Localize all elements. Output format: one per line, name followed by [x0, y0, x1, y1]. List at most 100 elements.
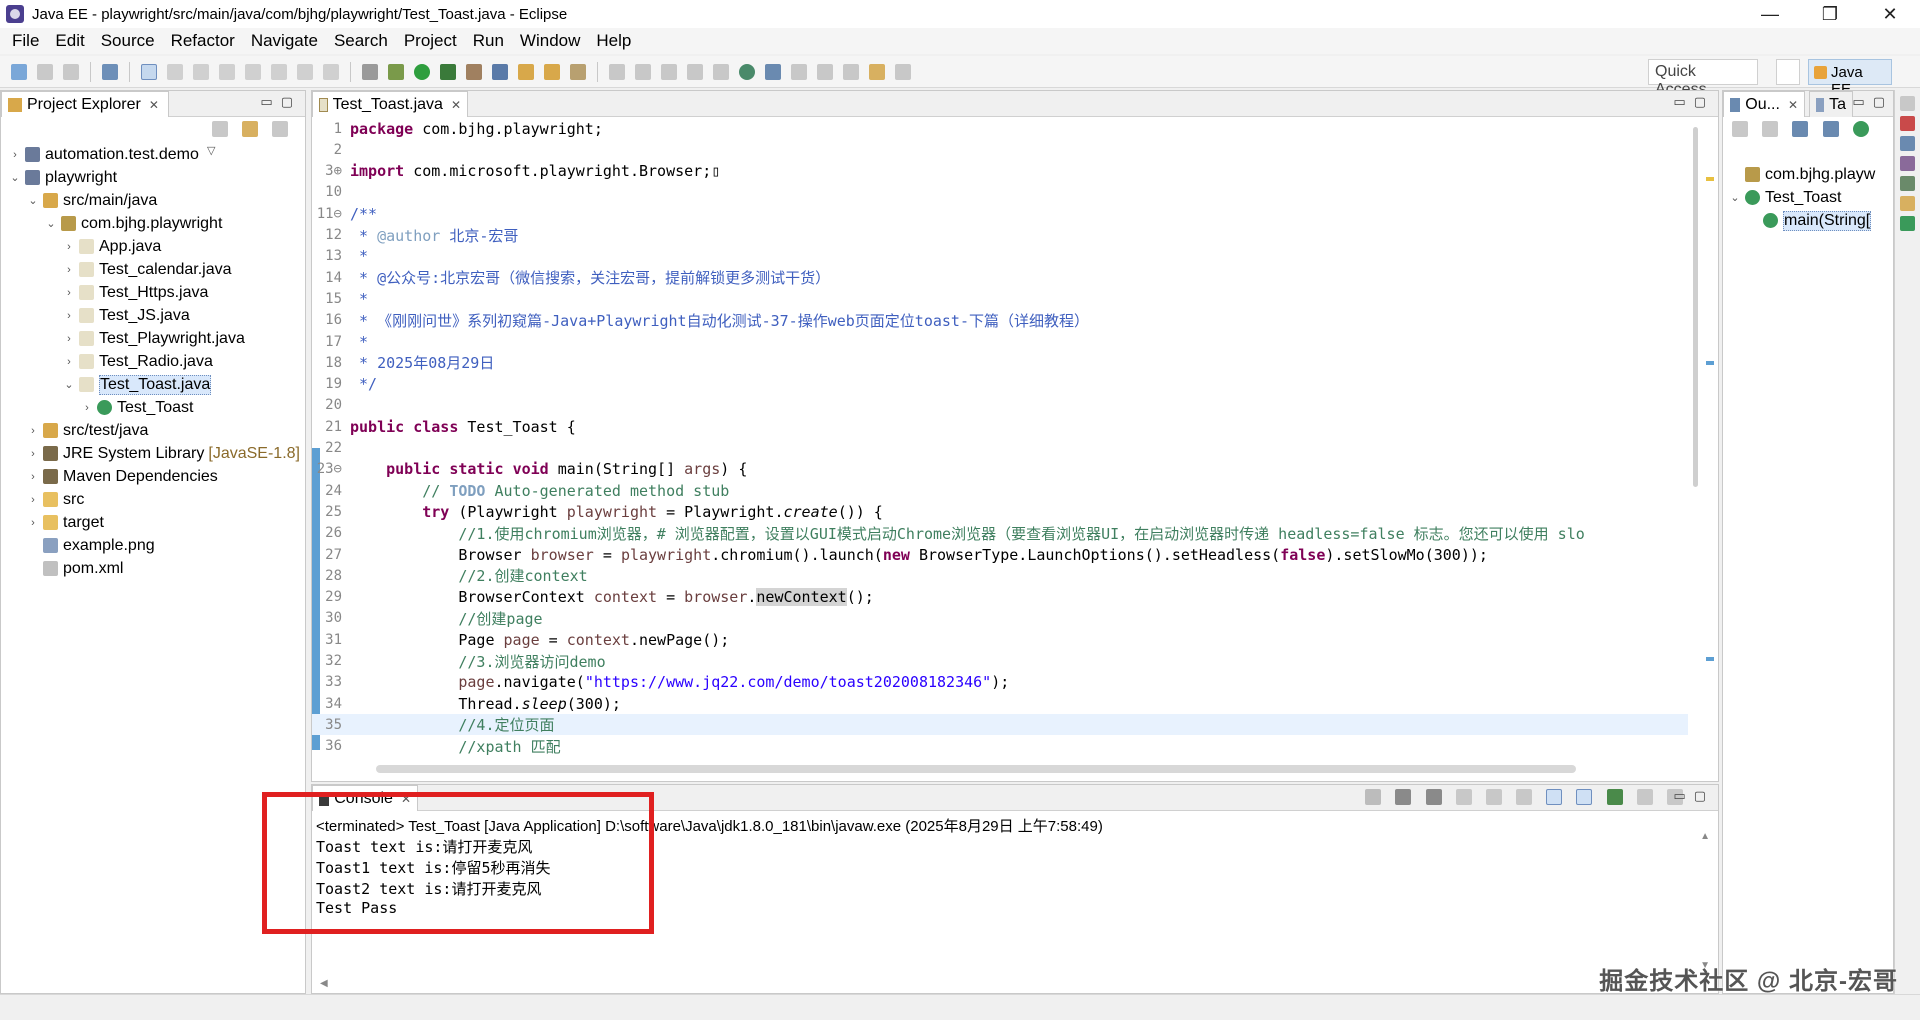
- code-line[interactable]: 12 * @author 北京-宏哥: [312, 225, 1688, 246]
- code-line[interactable]: 26 //1.使用chromium浏览器，# 浏览器配置，设置以GUI模式启动C…: [312, 523, 1688, 544]
- code-line[interactable]: 15 *: [312, 288, 1688, 309]
- minimize-maximize-icons[interactable]: ▭▢: [1673, 788, 1714, 804]
- collapse-arrow-icon[interactable]: ›: [27, 471, 39, 483]
- globe-icon[interactable]: [739, 63, 755, 80]
- hide-local-types-icon[interactable]: [1852, 121, 1869, 137]
- open-console-icon[interactable]: [362, 63, 378, 80]
- code-editor[interactable]: 1 package com.bjhg.playwright; 2 3⊕ import c…: [312, 118, 1688, 757]
- code-line[interactable]: 10: [312, 182, 1688, 203]
- collapse-arrow-icon[interactable]: ›: [63, 333, 75, 345]
- next-annotation-icon[interactable]: [791, 63, 807, 80]
- tree-item[interactable]: ⌄ com.bjhg.playwright: [45, 212, 222, 235]
- code-line[interactable]: 18 * 2025年08月29日: [312, 352, 1688, 373]
- save-all-icon[interactable]: [63, 63, 79, 80]
- code-line[interactable]: 19 */: [312, 374, 1688, 395]
- menu-project[interactable]: Project: [396, 31, 465, 51]
- close-icon[interactable]: ✕: [451, 98, 461, 112]
- minimize-button[interactable]: —: [1740, 0, 1800, 28]
- minimize-maximize-icons[interactable]: ▭▢: [260, 94, 301, 110]
- servers-icon[interactable]: [1900, 156, 1915, 171]
- search-tool-icon[interactable]: [570, 63, 586, 80]
- close-icon[interactable]: ✕: [1788, 98, 1798, 112]
- disconnect-icon[interactable]: [245, 63, 261, 80]
- toggle-mark-icon[interactable]: [609, 63, 625, 80]
- annotation-icon[interactable]: [635, 63, 651, 80]
- tree-item[interactable]: › App.java: [63, 235, 161, 258]
- scroll-left-icon[interactable]: ◀: [320, 978, 328, 989]
- pin-console-icon[interactable]: [1606, 789, 1623, 805]
- properties-icon[interactable]: [1900, 136, 1915, 151]
- outline-item[interactable]: main(String[: [1747, 209, 1872, 232]
- code-line[interactable]: 25 try (Playwright playwright = Playwrig…: [312, 501, 1688, 522]
- tab-test-toast-java[interactable]: Test_Toast.java ✕: [312, 91, 468, 117]
- code-line[interactable]: 36 //xpath 匹配: [312, 736, 1688, 757]
- menu-refactor[interactable]: Refactor: [163, 31, 243, 51]
- show-on-output-icon[interactable]: [1546, 789, 1563, 805]
- code-line[interactable]: 17 *: [312, 331, 1688, 352]
- view-menu-icon[interactable]: ▽: [207, 145, 215, 157]
- step-return-icon[interactable]: [323, 63, 339, 80]
- save-icon[interactable]: [37, 63, 53, 80]
- occurrence-marker[interactable]: [1706, 361, 1714, 365]
- minimize-maximize-icons[interactable]: ▭▢: [1852, 94, 1893, 110]
- forward-icon[interactable]: [895, 63, 911, 80]
- focus-icon[interactable]: [272, 121, 289, 137]
- pin-icon[interactable]: [661, 63, 677, 80]
- tree-item[interactable]: › src/test/java: [27, 419, 148, 442]
- code-line[interactable]: 33 page.navigate("https://www.jq22.com/d…: [312, 672, 1688, 693]
- menu-window[interactable]: Window: [512, 31, 588, 51]
- java-ee-perspective-button[interactable]: Java EE: [1808, 59, 1892, 98]
- code-line[interactable]: 35 //4.定位页面: [312, 714, 1688, 736]
- hide-fields-icon[interactable]: [1762, 121, 1779, 137]
- expand-arrow-icon[interactable]: ⌄: [9, 171, 21, 184]
- code-line[interactable]: 20: [312, 395, 1688, 416]
- tree-item[interactable]: › JRE System Library [JavaSE-1.8]: [27, 442, 300, 465]
- collapse-arrow-icon[interactable]: ›: [81, 402, 93, 414]
- terminate-icon[interactable]: [1365, 789, 1382, 805]
- horizontal-scrollbar[interactable]: [376, 765, 1576, 773]
- new-server-icon[interactable]: [492, 63, 508, 80]
- tree-item[interactable]: ⌄ Test_Toast.java: [63, 373, 212, 396]
- code-line[interactable]: 14 * @公众号:北京宏哥（微信搜索，关注宏哥，提前解锁更多测试干货）: [312, 267, 1688, 288]
- close-button[interactable]: ✕: [1860, 0, 1920, 28]
- resume-icon[interactable]: [167, 63, 183, 80]
- collapse-arrow-icon[interactable]: ›: [63, 264, 75, 276]
- terminate-icon[interactable]: [219, 63, 235, 80]
- menu-navigate[interactable]: Navigate: [243, 31, 326, 51]
- display-console-icon[interactable]: [1636, 789, 1653, 805]
- open-folder-icon[interactable]: [544, 63, 560, 80]
- code-line[interactable]: 1 package com.bjhg.playwright;: [312, 118, 1688, 139]
- code-line[interactable]: 22: [312, 438, 1688, 459]
- tree-item[interactable]: ⌄ src/main/java: [27, 189, 157, 212]
- code-line[interactable]: 23⊖ public static void main(String[] arg…: [312, 459, 1688, 480]
- hide-nonpublic-icon[interactable]: [1822, 121, 1839, 137]
- code-line[interactable]: 34 Thread.sleep(300);: [312, 693, 1688, 714]
- collapse-arrow-icon[interactable]: ›: [63, 241, 75, 253]
- tab-task-list[interactable]: Ta: [1809, 91, 1853, 117]
- open-type-icon[interactable]: [518, 63, 534, 80]
- collapse-arrow-icon[interactable]: ›: [27, 494, 39, 506]
- back-icon[interactable]: [869, 63, 885, 80]
- open-perspective-button[interactable]: [1776, 59, 1800, 85]
- step-into-icon[interactable]: [271, 63, 287, 80]
- quick-access-input[interactable]: Quick Access: [1648, 59, 1758, 98]
- sort-icon[interactable]: [1732, 121, 1748, 137]
- collapse-arrow-icon[interactable]: ›: [9, 149, 21, 161]
- snippets-icon[interactable]: [1900, 196, 1915, 211]
- tree-item[interactable]: › src: [27, 488, 84, 511]
- collapse-arrow-icon[interactable]: ›: [63, 356, 75, 368]
- warning-marker[interactable]: [1706, 177, 1714, 181]
- hide-static-icon[interactable]: [1792, 121, 1809, 137]
- code-line[interactable]: 16 * 《刚刚问世》系列初窥篇-Java+Playwright自动化测试-37…: [312, 310, 1688, 331]
- outline-item[interactable]: ⌄ Test_Toast: [1729, 186, 1841, 209]
- maximize-button[interactable]: ❐: [1800, 0, 1860, 28]
- scroll-lock-icon[interactable]: [1485, 789, 1502, 805]
- expand-arrow-icon[interactable]: ⌄: [1729, 191, 1741, 204]
- data-source-icon[interactable]: [1900, 176, 1915, 191]
- tab-outline[interactable]: Ou... ✕: [1723, 91, 1805, 117]
- markers-icon[interactable]: [1900, 116, 1915, 131]
- collapse-arrow-icon[interactable]: ›: [27, 425, 39, 437]
- last-edit-icon[interactable]: [843, 63, 859, 80]
- word-wrap-icon[interactable]: [1516, 789, 1533, 805]
- search-view-icon[interactable]: [1900, 216, 1915, 231]
